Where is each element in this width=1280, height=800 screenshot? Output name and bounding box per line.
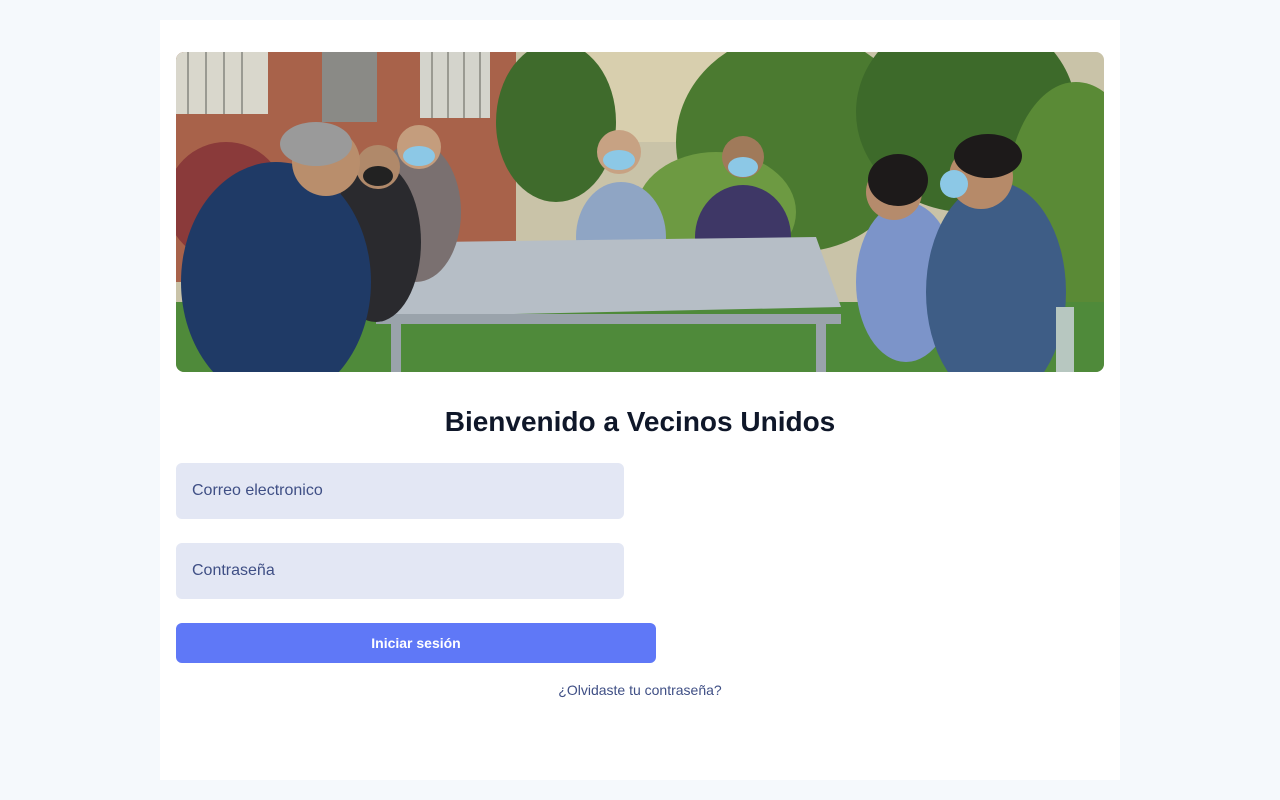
password-field[interactable] (176, 543, 624, 599)
login-card: Bienvenido a Vecinos Unidos Iniciar sesi… (160, 20, 1120, 780)
hero-image (176, 52, 1104, 372)
login-button[interactable]: Iniciar sesión (176, 623, 656, 663)
page-title: Bienvenido a Vecinos Unidos (444, 406, 836, 437)
forgot-password-link[interactable]: ¿Olvidaste tu contraseña? (160, 681, 1120, 699)
email-field[interactable] (176, 463, 624, 519)
